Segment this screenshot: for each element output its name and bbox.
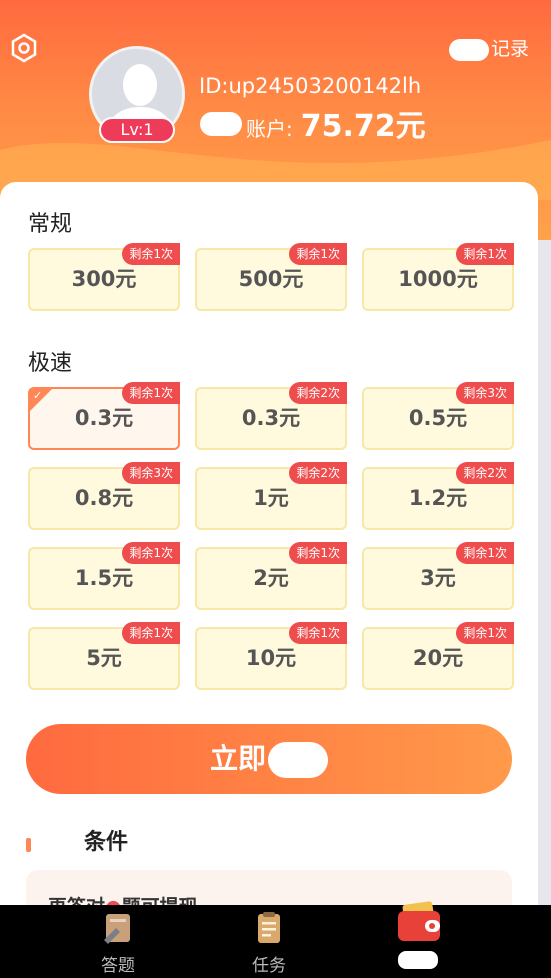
remaining-badge: 剩余1次 xyxy=(122,382,180,404)
remaining-badge: 剩余2次 xyxy=(289,382,347,404)
fast-tile-amount: 0.3元 xyxy=(241,406,301,430)
wallet-icon xyxy=(398,901,440,941)
fast-tile[interactable]: 5元 剩余1次 xyxy=(28,622,180,690)
bottom-tab-bar: 答题 任务 xyxy=(0,901,551,978)
remaining-badge: 剩余1次 xyxy=(456,243,514,265)
fast-tile[interactable]: 3元 剩余1次 xyxy=(362,542,514,610)
tab-wallet[interactable] xyxy=(358,901,478,978)
regular-tile[interactable]: 500元 剩余1次 xyxy=(195,243,347,311)
remaining-badge: 剩余1次 xyxy=(122,542,180,564)
remaining-badge: 剩余1次 xyxy=(456,622,514,644)
record-link[interactable]: 记录 xyxy=(448,34,529,61)
remaining-badge: 剩余2次 xyxy=(289,462,347,484)
fast-tile-amount: 0.5元 xyxy=(408,406,468,430)
fast-tile-amount: 5元 xyxy=(86,646,122,670)
fast-tile[interactable]: 20元 剩余1次 xyxy=(362,622,514,690)
remaining-badge: 剩余1次 xyxy=(289,622,347,644)
withdraw-button-label: 立即 xyxy=(209,742,266,775)
fast-tile[interactable]: 10元 剩余1次 xyxy=(195,622,347,690)
fast-tile[interactable]: 0.5元 剩余3次 xyxy=(362,382,514,450)
section-title-regular: 常规 xyxy=(28,212,73,237)
redacted-mask xyxy=(268,742,328,778)
fast-tile[interactable]: 1.2元 剩余2次 xyxy=(362,462,514,530)
fast-tile[interactable]: 0.8元 剩余3次 xyxy=(28,462,180,530)
fast-tile-amount: 3元 xyxy=(420,566,456,590)
regular-tile[interactable]: 300元 剩余1次 xyxy=(28,243,180,311)
tab-wallet-label xyxy=(358,951,478,974)
fast-tile-amount: 2元 xyxy=(253,566,289,590)
remaining-badge: 剩余3次 xyxy=(122,462,180,484)
settings-icon[interactable] xyxy=(9,33,39,63)
tab-task[interactable]: 任务 xyxy=(209,905,329,978)
withdraw-card: 常规 极速 300元 剩余1次 500元 剩余1次 1000元 剩余1次 ✓ 0.3元 剩余1次… xyxy=(0,182,538,978)
quiz-icon xyxy=(104,914,130,944)
withdraw-button[interactable]: 立即 xyxy=(26,724,512,794)
balance-amount: 75.72元 xyxy=(300,109,426,144)
redacted-mask xyxy=(448,38,489,61)
scroll-track xyxy=(538,240,551,905)
checkmark-icon: ✓ xyxy=(33,389,43,402)
user-id: ID:up24503200142lh xyxy=(199,74,422,98)
fast-tile-amount: 1.2元 xyxy=(408,486,468,510)
fast-tile[interactable]: 1.5元 剩余1次 xyxy=(28,542,180,610)
task-icon xyxy=(258,912,280,943)
fast-tile-amount: 20元 xyxy=(412,646,464,670)
remaining-badge: 剩余1次 xyxy=(122,622,180,644)
fast-tile[interactable]: 2元 剩余1次 xyxy=(195,542,347,610)
redacted-mask xyxy=(200,112,242,136)
fast-tile-amount: 1元 xyxy=(253,486,289,510)
fast-tile[interactable]: 0.3元 剩余2次 xyxy=(195,382,347,450)
record-label: 记录 xyxy=(490,38,529,60)
tab-task-label: 任务 xyxy=(252,956,286,976)
regular-tile-amount: 1000元 xyxy=(398,267,478,291)
conditions-title: 条件 xyxy=(84,830,129,855)
fast-tile[interactable]: ✓ 0.3元 剩余1次 xyxy=(28,382,180,450)
remaining-badge: 剩余1次 xyxy=(122,243,180,265)
remaining-badge: 剩余2次 xyxy=(456,462,514,484)
tab-quiz[interactable]: 答题 xyxy=(58,905,178,978)
fast-tile[interactable]: 1元 剩余2次 xyxy=(195,462,347,530)
section-title-fast: 极速 xyxy=(28,351,73,376)
remaining-badge: 剩余3次 xyxy=(456,382,514,404)
remaining-badge: 剩余1次 xyxy=(289,243,347,265)
redacted-mask xyxy=(398,951,438,969)
fast-tile-amount: 10元 xyxy=(245,646,297,670)
conditions-accent xyxy=(26,838,31,852)
remaining-badge: 剩余1次 xyxy=(289,542,347,564)
level-badge: Lv:1 xyxy=(99,117,175,143)
remaining-badge: 剩余1次 xyxy=(456,542,514,564)
withdraw-page: 记录 Lv:1 ID:up24503200142lh 账户: 75.72元 常规… xyxy=(0,0,551,978)
fast-tile-amount: 0.3元 xyxy=(74,406,134,430)
fast-tile-amount: 1.5元 xyxy=(74,566,134,590)
account-label: 账户: xyxy=(246,117,293,141)
tab-quiz-label: 答题 xyxy=(101,956,135,976)
regular-tile[interactable]: 1000元 剩余1次 xyxy=(362,243,514,311)
fast-tile-amount: 0.8元 xyxy=(74,486,134,510)
regular-tile-amount: 500元 xyxy=(238,267,304,291)
regular-tile-amount: 300元 xyxy=(71,267,137,291)
account-balance-row: 账户: 75.72元 xyxy=(200,101,426,145)
